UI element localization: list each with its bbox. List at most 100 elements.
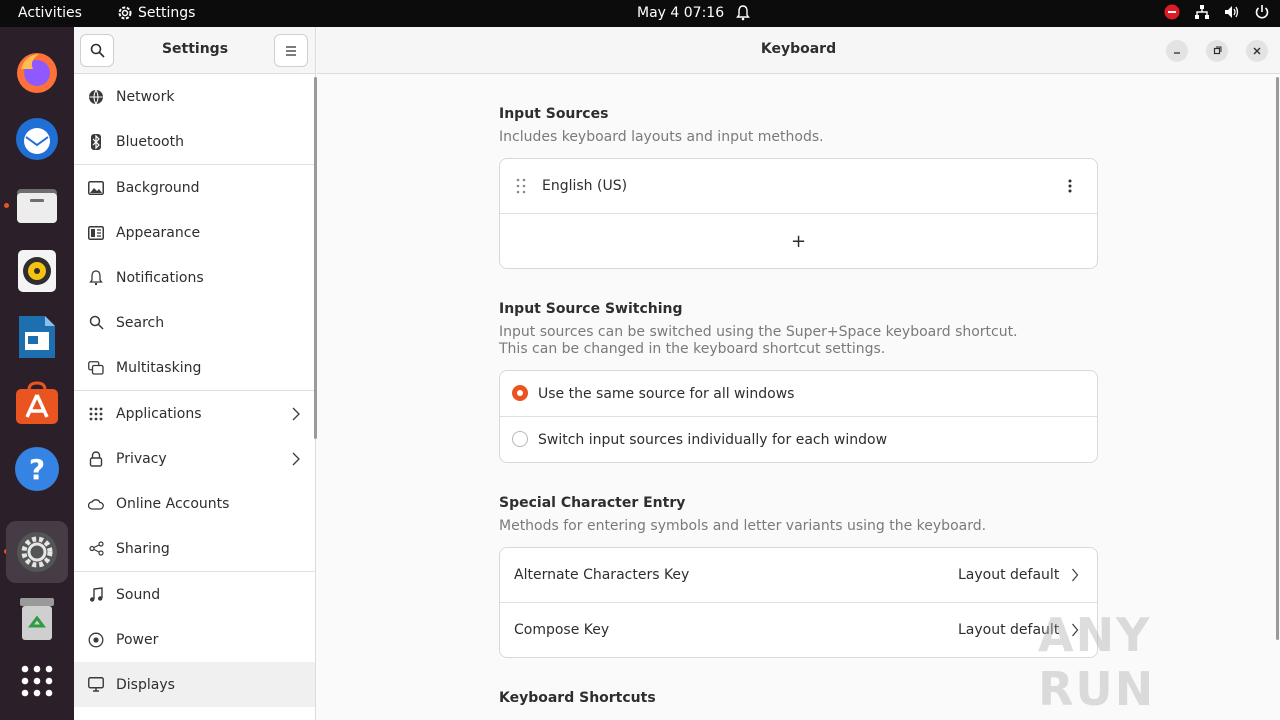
sidebar-item-appearance[interactable]: Appearance [74, 210, 315, 255]
switching-options: Use the same source for all windows Swit… [499, 370, 1098, 463]
dock-firefox[interactable] [10, 46, 64, 100]
background-icon [88, 180, 104, 196]
special-entry-description: Methods for entering symbols and letter … [499, 518, 987, 534]
chevron-right-icon [1072, 568, 1079, 582]
radio-unselected[interactable] [512, 431, 528, 447]
drag-handle-icon[interactable] [516, 178, 526, 194]
files-icon [17, 189, 57, 223]
dock: ? [0, 27, 74, 720]
input-sources-title: Input Sources [499, 106, 609, 122]
bluetooth-icon [88, 133, 104, 150]
search-icon [88, 315, 104, 331]
rhythmbox-icon [18, 250, 56, 292]
sidebar-item-notifications[interactable]: Notifications [74, 255, 315, 300]
dock-writer[interactable] [10, 310, 64, 364]
special-entry-title: Special Character Entry [499, 495, 686, 511]
sidebar-item-privacy[interactable]: Privacy [74, 436, 315, 481]
restore-icon [1213, 46, 1222, 55]
sidebar-item-network[interactable]: Network [74, 74, 315, 119]
sidebar-item-label: Applications [116, 405, 202, 422]
lock-icon [88, 450, 104, 467]
compose-key-row[interactable]: Compose Key Layout default [500, 603, 1097, 657]
dock-thunderbird[interactable] [10, 112, 64, 166]
dock-show-apps[interactable] [10, 654, 64, 708]
appearance-icon [88, 225, 104, 241]
sidebar-item-power[interactable]: Power [74, 617, 315, 662]
bell-icon [88, 269, 104, 286]
keyboard-shortcuts-title: Keyboard Shortcuts [499, 690, 656, 706]
main-scrollbar[interactable] [1276, 77, 1279, 640]
trash-icon [20, 598, 54, 640]
dock-rhythmbox[interactable] [10, 244, 64, 298]
sidebar-item-sharing[interactable]: Sharing [74, 526, 315, 571]
more-options-icon[interactable] [1068, 179, 1072, 193]
alternate-characters-row[interactable]: Alternate Characters Key Layout default [500, 548, 1097, 602]
dock-settings[interactable] [6, 521, 68, 583]
sidebar-item-search[interactable]: Search [74, 300, 315, 345]
cloud-icon [88, 496, 104, 512]
main-menu-button[interactable] [274, 34, 308, 67]
sidebar-item-label: Notifications [116, 269, 204, 286]
dock-files[interactable] [10, 178, 64, 232]
volume-icon [1225, 6, 1239, 18]
maximize-button[interactable] [1206, 40, 1228, 62]
input-source-row[interactable]: English (US) [500, 159, 1097, 213]
sidebar-item-displays[interactable]: Displays [74, 662, 315, 707]
dock-help[interactable]: ? [10, 442, 64, 496]
sidebar-item-label: Sharing [116, 540, 170, 557]
sidebar-item-label: Privacy [116, 450, 167, 467]
radio-selected[interactable] [512, 385, 528, 401]
input-sources-list: English (US) + [499, 158, 1098, 269]
sidebar-item-label: Displays [116, 676, 175, 693]
dock-app-center[interactable] [10, 376, 64, 430]
network-icon [88, 89, 104, 105]
running-indicator [4, 203, 9, 208]
alternate-characters-label: Alternate Characters Key [514, 567, 690, 583]
svg-text:?: ? [29, 453, 45, 486]
watermark-logo: ANY RUN [1038, 608, 1156, 716]
sidebar-item-sound[interactable]: Sound [74, 572, 315, 617]
clock[interactable]: May 4 07:16 [637, 5, 724, 21]
sidebar-item-online-accounts[interactable]: Online Accounts [74, 481, 315, 526]
chevron-right-icon [292, 407, 300, 420]
firefox-icon [17, 53, 57, 93]
show-apps-icon [21, 665, 53, 697]
sidebar-item-multitasking[interactable]: Multitasking [74, 345, 315, 390]
sidebar-header: Settings [74, 27, 315, 74]
do-not-disturb-icon [1164, 4, 1180, 20]
option-individual-source[interactable]: Switch input sources individually for ea… [500, 417, 1097, 462]
option-same-source[interactable]: Use the same source for all windows [500, 371, 1097, 416]
sidebar-item-label: Search [116, 314, 165, 331]
hamburger-menu-icon [286, 45, 296, 56]
app-name: Settings [138, 5, 196, 21]
app-center-icon [16, 381, 58, 424]
special-entry-list: Alternate Characters Key Layout default … [499, 547, 1098, 658]
page-title: Keyboard [760, 41, 837, 57]
settings-icon [17, 532, 57, 572]
add-input-source-button[interactable]: + [500, 214, 1097, 268]
sidebar-item-label: Sound [116, 586, 161, 603]
sidebar-item-label: Network [116, 88, 175, 105]
option-label: Use the same source for all windows [538, 385, 795, 402]
plus-icon: + [790, 230, 807, 252]
sidebar-item-background[interactable]: Background [74, 165, 315, 210]
app-menu[interactable]: Settings [117, 5, 195, 21]
sidebar-item-label: Online Accounts [116, 495, 230, 512]
sidebar-item-applications[interactable]: Applications [74, 391, 315, 436]
close-icon [1253, 47, 1261, 55]
sidebar-item-bluetooth[interactable]: Bluetooth [74, 119, 315, 164]
switching-title: Input Source Switching [499, 301, 683, 317]
thunderbird-icon [16, 118, 58, 160]
sidebar-item-label: Power [116, 631, 159, 648]
input-source-name: English (US) [542, 178, 628, 194]
close-button[interactable] [1246, 40, 1268, 62]
option-label: Switch input sources individually for ea… [538, 431, 888, 448]
activities-button[interactable]: Activities [18, 5, 82, 21]
input-sources-description: Includes keyboard layouts and input meth… [499, 129, 824, 145]
minimize-button[interactable] [1166, 40, 1188, 62]
alternate-characters-value: Layout default [958, 567, 1060, 583]
dock-trash[interactable] [10, 592, 64, 646]
gear-icon [118, 6, 132, 20]
chevron-right-icon [292, 452, 300, 465]
system-tray[interactable] [1164, 4, 1270, 20]
